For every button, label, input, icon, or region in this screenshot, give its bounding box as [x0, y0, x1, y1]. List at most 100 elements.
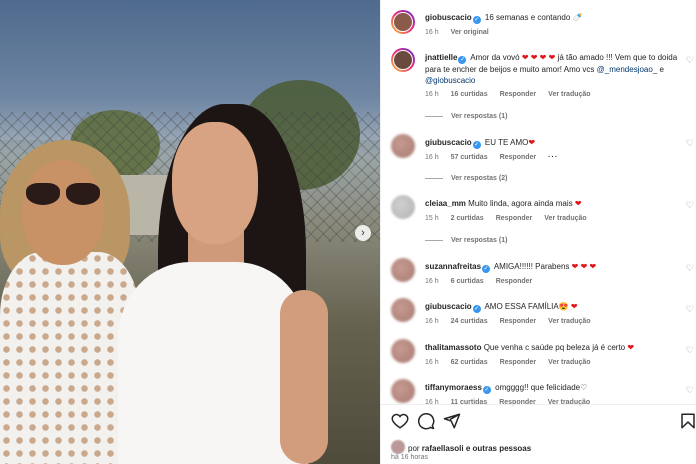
comment-time: 16 h [425, 359, 439, 366]
verified-icon: ✓ [482, 265, 491, 273]
comment-item: cleiaa_mm Muito linda, agora ainda mais … [425, 198, 687, 209]
liker-avatar[interactable] [391, 440, 405, 454]
comment-username[interactable]: jnattielle [425, 53, 457, 62]
comment-meta: 15 h 2 curtidas Responder Ver tradução [425, 214, 599, 223]
heart-outline-icon[interactable]: ♡ [686, 304, 694, 315]
comment-meta: 16 h 57 curtidas Responder ··· [425, 153, 570, 162]
caption-username[interactable]: giobuscacio [425, 13, 472, 22]
heart-outline-icon[interactable]: ♡ [686, 385, 694, 396]
reply-button[interactable]: Responder [500, 154, 537, 161]
comment-meta: 16 h 11 curtidas Responder Ver tradução [425, 398, 602, 407]
view-replies-button[interactable]: Ver respostas (2) [425, 174, 507, 183]
comment-meta: 16 h 62 curtidas Responder Ver tradução [425, 358, 603, 367]
translate-link[interactable]: Ver tradução [548, 91, 590, 98]
heart-outline-icon[interactable]: ♡ [686, 55, 694, 66]
comment-avatar[interactable] [391, 379, 415, 403]
comment-username[interactable]: giubuscacio [425, 302, 472, 311]
comment-time: 16 h [425, 278, 439, 285]
comment-avatar[interactable] [391, 298, 415, 322]
translate-link[interactable]: Ver tradução [544, 215, 586, 222]
comment-meta: 16 h 24 curtidas Responder Ver tradução [425, 317, 603, 326]
comment-item: giubuscacio ✓ EU TE AMO❤ [425, 137, 687, 149]
more-options-icon[interactable]: ··· [548, 154, 558, 161]
post-time-ago: há 16 horas [391, 454, 428, 461]
comment-text: Muito linda, agora ainda mais [468, 199, 573, 208]
comment-avatar[interactable] [391, 339, 415, 363]
heart-outline-icon[interactable]: ♡ [686, 138, 694, 149]
caption-time: 16 h [425, 29, 439, 36]
chevron-right-icon[interactable]: › [355, 225, 371, 241]
mention-link[interactable]: @_mendesjoao_ [597, 65, 658, 74]
bookmark-icon[interactable] [679, 412, 696, 430]
likes-count[interactable]: 6 curtidas [451, 278, 484, 285]
view-replies-button[interactable]: Ver respostas (1) [425, 112, 507, 121]
reply-button[interactable]: Responder [496, 278, 533, 285]
comment-icon[interactable] [417, 412, 435, 430]
heart-emoji: ♡ [580, 383, 588, 392]
liked-by-others[interactable]: e outras pessoas [466, 444, 531, 453]
comment-text: AMIGA!!!!!! Parabens [493, 262, 570, 271]
comment-text: Amor da vovó [470, 53, 520, 62]
reply-button[interactable]: Responder [500, 91, 537, 98]
heart-outline-icon[interactable] [391, 412, 409, 430]
heart-outline-icon[interactable]: ♡ [686, 345, 694, 356]
reply-button[interactable]: Responder [500, 359, 537, 366]
comment-username[interactable]: tiffanymoraess [425, 383, 482, 392]
reply-button[interactable]: Responder [496, 215, 533, 222]
verified-icon: ✓ [482, 386, 491, 394]
heart-outline-icon[interactable]: ♡ [686, 200, 694, 211]
comment-avatar[interactable] [391, 134, 415, 158]
comment-time: 16 h [425, 91, 439, 98]
comment-time: 16 h [425, 318, 439, 325]
comment-text: EU TE AMO [484, 138, 529, 147]
translate-link[interactable]: Ver tradução [548, 318, 590, 325]
likes-count[interactable]: 62 curtidas [451, 359, 488, 366]
heart-emoji: ❤ [528, 138, 536, 147]
woman-right-face [172, 122, 258, 244]
comment-item: jnattielle ✓ Amor da vovó ❤ ❤ ❤ ❤ já tão … [425, 52, 687, 86]
see-original-link[interactable]: Ver original [451, 29, 489, 36]
comment-text: AMO ESSA FAMÍLIA [484, 302, 559, 311]
likes-count[interactable]: 57 curtidas [451, 154, 488, 161]
view-replies-button[interactable]: Ver respostas (1) [425, 236, 507, 245]
comment-text: omgggg!! que felicidade [495, 383, 581, 392]
likes-count[interactable]: 24 curtidas [451, 318, 488, 325]
caption-text: 16 semanas e contando 🍼 [484, 13, 583, 22]
comment-username[interactable]: thalitamassoto [425, 343, 481, 352]
heart-emoji: ❤ [574, 199, 582, 208]
mention-link[interactable]: @giobuscacio [425, 76, 475, 85]
comment-time: 16 h [425, 154, 439, 161]
woman-left-face [22, 160, 104, 265]
action-bar-divider [381, 404, 696, 405]
reply-button[interactable]: Responder [500, 318, 537, 325]
comments-panel: giobuscacio ✓ 16 semanas e contando 🍼 16 … [380, 0, 696, 464]
translate-link[interactable]: Ver tradução [548, 359, 590, 366]
liked-by-user[interactable]: rafaellasoli [422, 444, 464, 453]
comment-item: tiffanymoraess ✓ omgggg!! que felicidade♡ [425, 382, 687, 394]
comment-time: 15 h [425, 215, 439, 222]
share-icon[interactable] [443, 412, 461, 430]
comment-conjunction: e [659, 65, 664, 74]
heart-emoji: ❤ ❤ ❤ [571, 262, 597, 271]
liked-by: por rafaellasoli e outras pessoas [391, 440, 531, 454]
likes-count[interactable]: 16 curtidas [451, 91, 488, 98]
sunglasses [26, 183, 102, 205]
heart-outline-icon[interactable]: ♡ [686, 263, 694, 274]
comment-username[interactable]: cleiaa_mm [425, 199, 466, 208]
comment-avatar[interactable] [391, 48, 415, 72]
comment-avatar[interactable] [391, 258, 415, 282]
comment-meta: 16 h 6 curtidas Responder [425, 277, 544, 286]
comment-meta: 16 h 16 curtidas Responder Ver tradução [425, 90, 603, 99]
comment-username[interactable]: suzannafreitas [425, 262, 481, 271]
author-avatar[interactable] [391, 10, 415, 34]
comment-item: giubuscacio ✓ AMO ESSA FAMÍLIA😍 ❤ [425, 301, 687, 313]
comment-text: Que venha c saúde pq beleza já é certo [483, 343, 626, 352]
comment-avatar[interactable] [391, 195, 415, 219]
heart-emoji: ❤ ❤ ❤ ❤ [521, 53, 556, 62]
comment-username[interactable]: giubuscacio [425, 138, 472, 147]
likes-count[interactable]: 2 curtidas [451, 215, 484, 222]
comment-item: thalitamassoto Que venha c saúde pq bele… [425, 342, 687, 353]
post-photo[interactable]: › [0, 0, 380, 464]
verified-icon: ✓ [472, 305, 481, 313]
verified-icon: ✓ [472, 16, 481, 24]
